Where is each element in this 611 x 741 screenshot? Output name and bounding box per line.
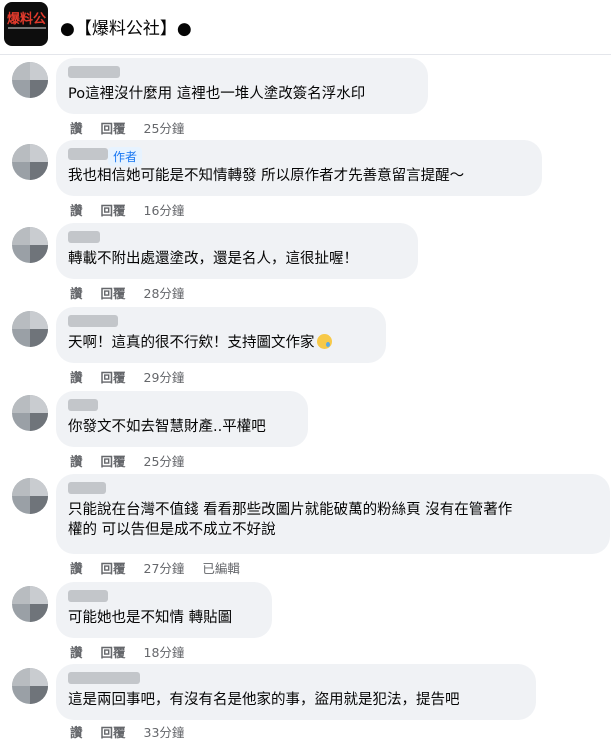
reply-link[interactable]: 回覆: [101, 286, 126, 301]
comment-text-content: 天啊！這真的很不行欸！支持圖文作家: [68, 335, 315, 351]
comment-bubble: 可能她也是不知情 轉貼圖: [56, 582, 272, 638]
like-link[interactable]: 讚: [70, 561, 83, 576]
comment-timestamp[interactable]: 18分鐘: [144, 645, 185, 660]
avatar[interactable]: [12, 586, 48, 622]
comment-timestamp[interactable]: 25分鐘: [144, 454, 185, 469]
like-link[interactable]: 讚: [70, 370, 83, 385]
reply-link[interactable]: 回覆: [101, 370, 126, 385]
comment-actions: 讚 回覆 25分鐘: [70, 118, 198, 137]
avatar[interactable]: [12, 227, 48, 263]
comment-text-line-2: 權的 可以告但是成不成立不好說: [68, 522, 276, 538]
page-header: 爆料公 ●【爆料公社】●: [0, 0, 611, 55]
comment-text: 天啊！這真的很不行欸！支持圖文作家: [68, 333, 374, 353]
reply-link[interactable]: 回覆: [101, 561, 126, 576]
comment-actions: 讚 回覆 33分鐘: [70, 722, 198, 741]
comment-actions: 讚 回覆 28分鐘: [70, 283, 198, 302]
commenter-name-blurred[interactable]: [68, 590, 108, 602]
reply-link[interactable]: 回覆: [101, 454, 126, 469]
comment-timestamp[interactable]: 28分鐘: [144, 286, 185, 301]
comment-timestamp[interactable]: 27分鐘: [144, 561, 185, 576]
reply-link[interactable]: 回覆: [101, 645, 126, 660]
like-link[interactable]: 讚: [70, 286, 83, 301]
comment-bubble: 這是兩回事吧，有沒有名是他家的事，盜用就是犯法，提告吧: [56, 664, 536, 720]
commenter-name-blurred[interactable]: [68, 148, 108, 160]
comment-actions: 讚 回覆 18分鐘: [70, 642, 198, 661]
comment-actions: 讚 回覆 27分鐘 已編輯: [70, 558, 254, 577]
logo-text: 爆料公: [7, 12, 47, 27]
comment-bubble: 你發文不如去智慧財產..平權吧: [56, 391, 308, 447]
page-logo[interactable]: 爆料公: [4, 2, 48, 46]
like-link[interactable]: 讚: [70, 203, 83, 218]
comment-text: 可能她也是不知情 轉貼圖: [68, 610, 233, 626]
avatar[interactable]: [12, 311, 48, 347]
comment-text: 轉載不附出處還塗改，還是名人，這很扯喔！: [68, 251, 358, 267]
comment-bubble: 天啊！這真的很不行欸！支持圖文作家: [56, 307, 386, 363]
avatar[interactable]: [12, 62, 48, 98]
comment-bubble: Po這裡沒什麼用 這裡也一堆人塗改簽名浮水印: [56, 58, 428, 114]
avatar[interactable]: [12, 668, 48, 704]
avatar[interactable]: [12, 144, 48, 180]
comment-text: Po這裡沒什麼用 這裡也一堆人塗改簽名浮水印: [68, 86, 366, 102]
page-name[interactable]: ●【爆料公社】●: [60, 14, 192, 39]
comment-actions: 讚 回覆 29分鐘: [70, 367, 198, 386]
comment-bubble: 只能說在台灣不值錢 看看那些改圖片就能破萬的粉絲頁 沒有在管著作 權的 可以告但…: [56, 474, 610, 554]
avatar[interactable]: [12, 478, 48, 514]
comment-timestamp[interactable]: 29分鐘: [144, 370, 185, 385]
comment-actions: 讚 回覆 25分鐘: [70, 451, 198, 470]
logo-subline: [8, 27, 46, 29]
sad-tear-emoji-icon: [316, 334, 332, 349]
comment-timestamp[interactable]: 16分鐘: [144, 203, 185, 218]
comment-timestamp[interactable]: 25分鐘: [144, 121, 185, 136]
comment-text: 你發文不如去智慧財產..平權吧: [68, 419, 266, 435]
comment-actions: 讚 回覆 16分鐘: [70, 200, 198, 219]
comment-text-line-1: 只能說在台灣不值錢 看看那些改圖片就能破萬的粉絲頁 沒有在管著作: [68, 502, 513, 518]
reply-link[interactable]: 回覆: [101, 203, 126, 218]
like-link[interactable]: 讚: [70, 454, 83, 469]
edited-label[interactable]: 已編輯: [202, 561, 240, 576]
like-link[interactable]: 讚: [70, 645, 83, 660]
comment-text: 我也相信她可能是不知情轉發 所以原作者才先善意留言提醒～: [68, 168, 465, 184]
commenter-name-blurred[interactable]: [68, 399, 98, 411]
commenter-name-blurred[interactable]: [68, 231, 100, 243]
author-badge: 作者: [108, 147, 143, 166]
avatar[interactable]: [12, 395, 48, 431]
commenter-name-blurred[interactable]: [68, 672, 140, 684]
commenter-name-blurred[interactable]: [68, 66, 120, 78]
reply-link[interactable]: 回覆: [101, 121, 126, 136]
comment-bubble: 轉載不附出處還塗改，還是名人，這很扯喔！: [56, 223, 418, 279]
comment-text: 這是兩回事吧，有沒有名是他家的事，盜用就是犯法，提告吧: [68, 692, 460, 708]
commenter-name-blurred[interactable]: [68, 482, 106, 494]
like-link[interactable]: 讚: [70, 121, 83, 136]
commenter-name-blurred[interactable]: [68, 315, 118, 327]
